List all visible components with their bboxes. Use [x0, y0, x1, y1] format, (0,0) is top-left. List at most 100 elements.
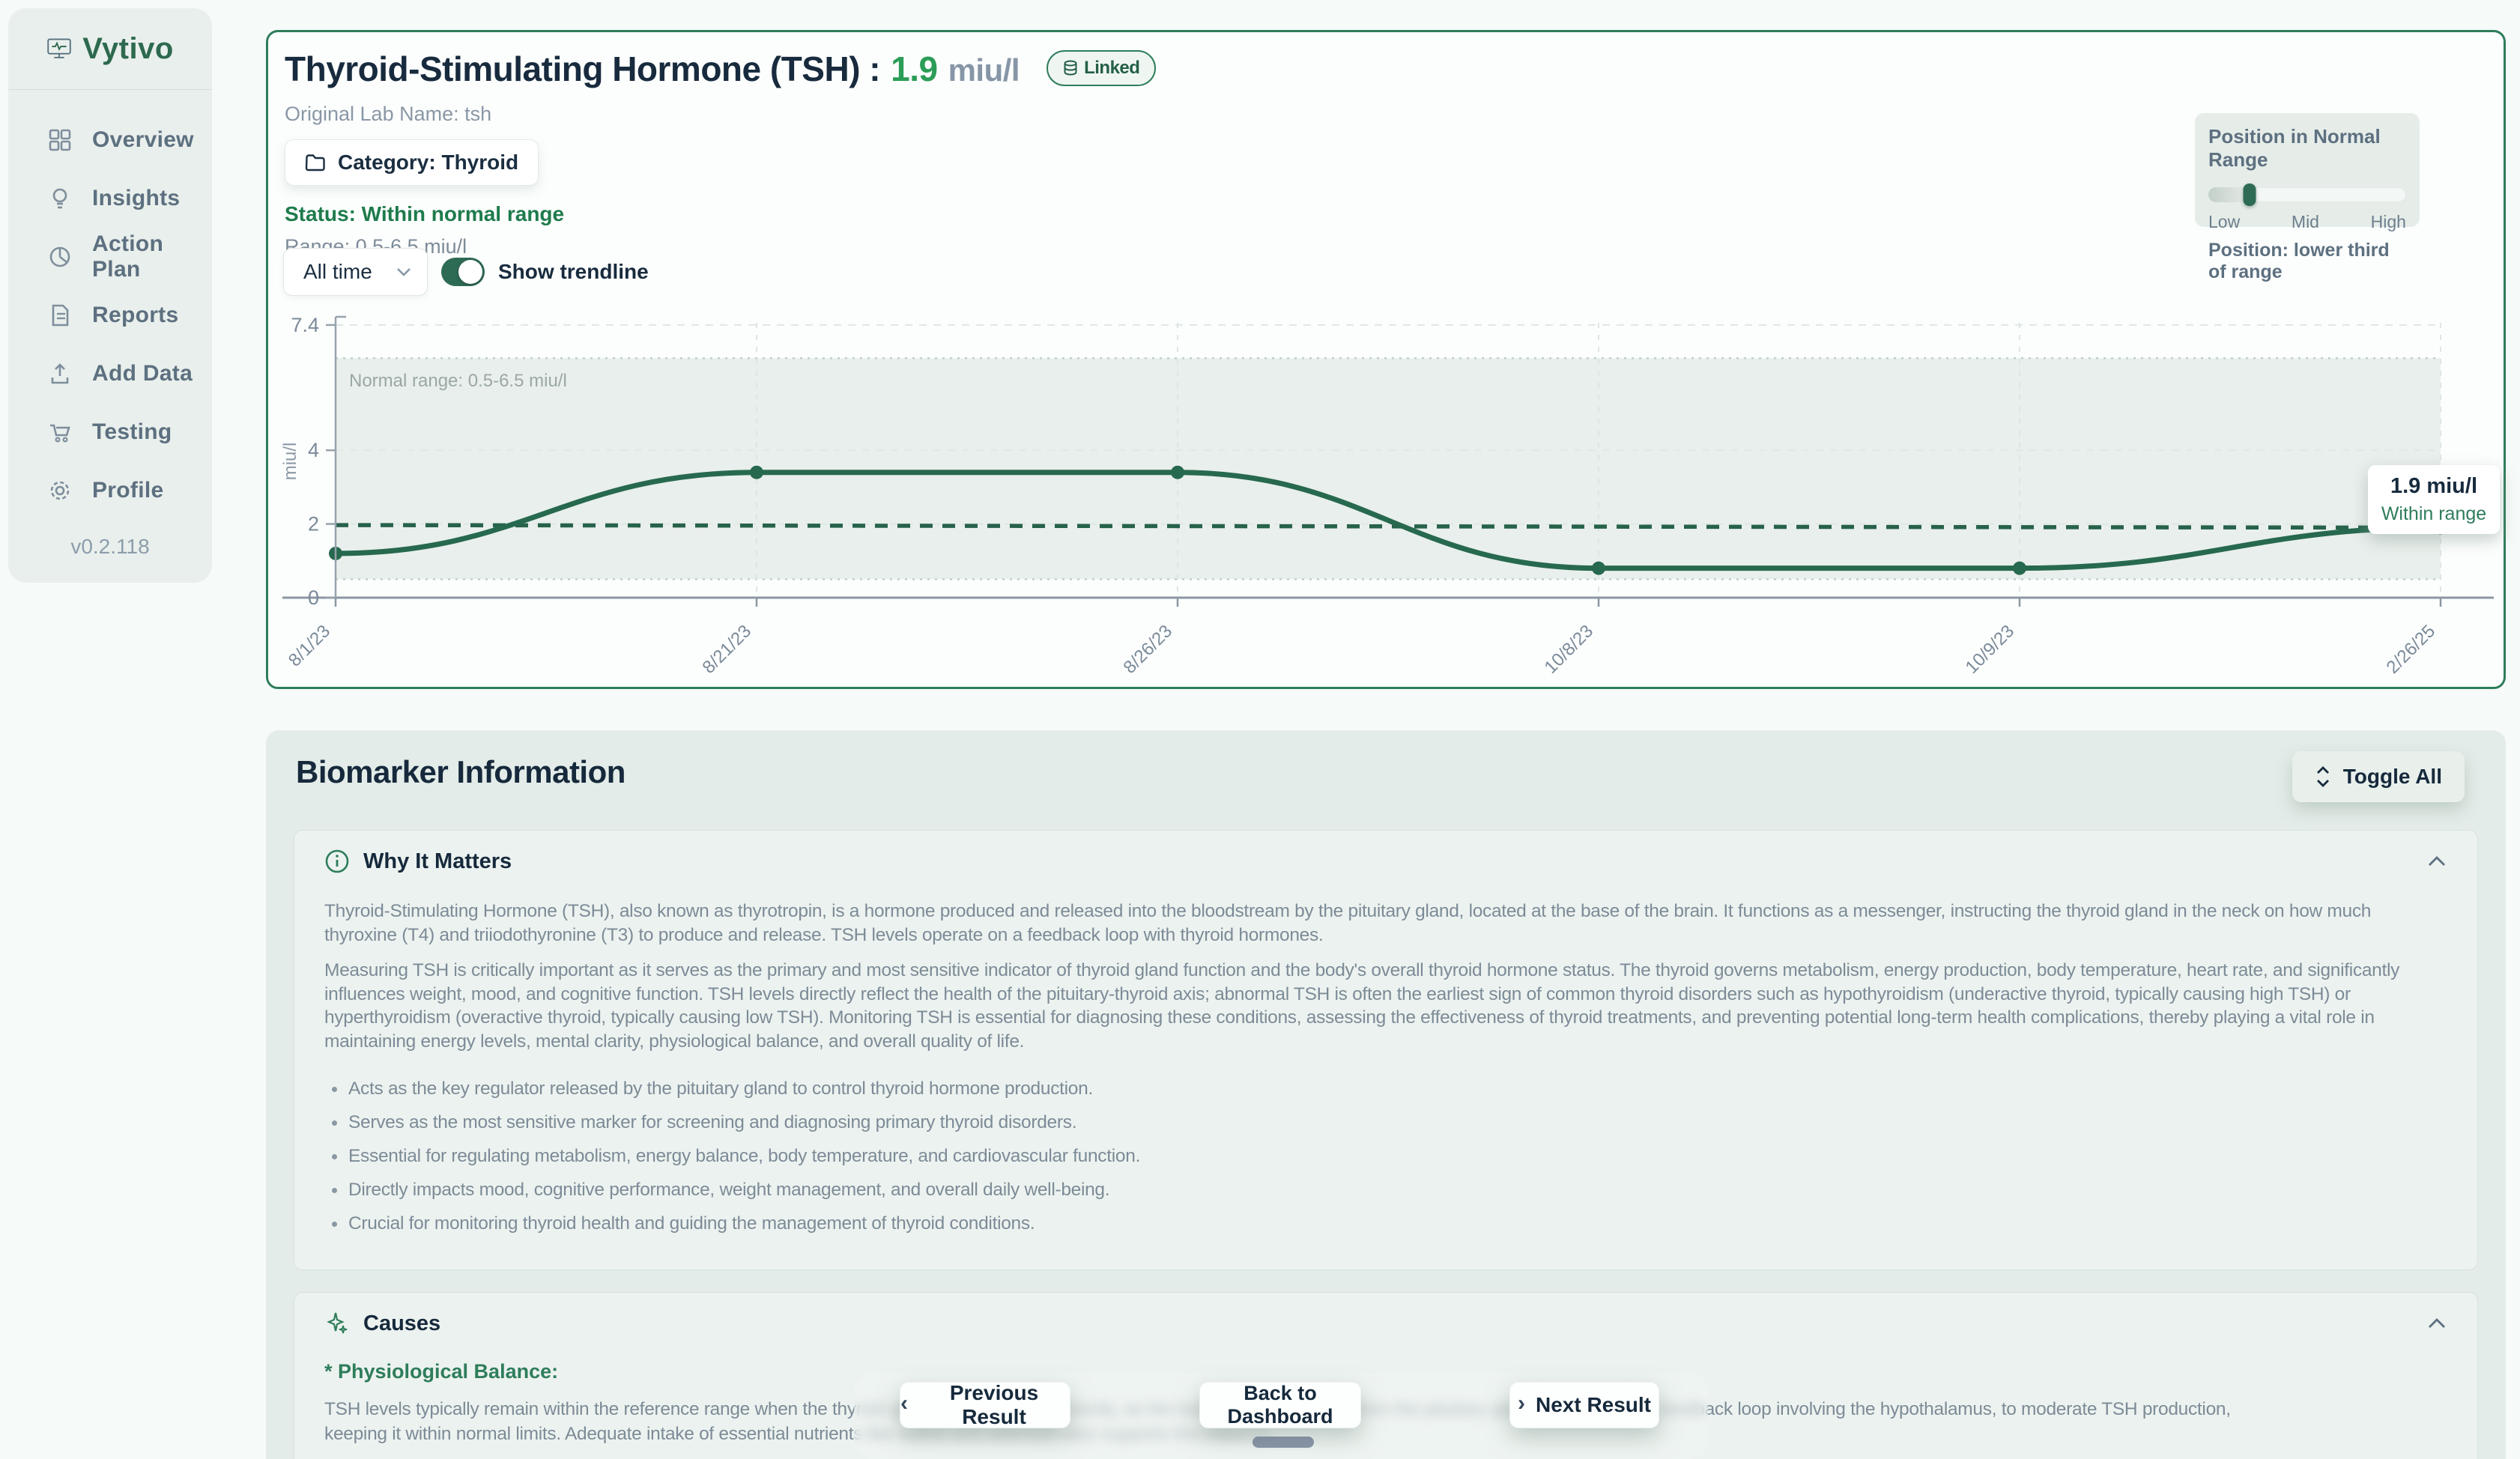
- trendline-toggle-label: Show trendline: [498, 260, 649, 284]
- pie-chart-icon: [47, 244, 73, 270]
- previous-result-label: Previous Result: [918, 1381, 1070, 1429]
- sidebar: Vytivo Overview Insights: [8, 8, 212, 583]
- biomarker-information-panel: Biomarker Information Toggle All Why It …: [266, 730, 2506, 1459]
- next-result-label: Next Result: [1536, 1393, 1651, 1417]
- sidebar-item-label: Overview: [92, 127, 194, 153]
- info-icon: [324, 849, 350, 874]
- svg-text:8/26/23: 8/26/23: [1120, 621, 1177, 678]
- label-high: High: [2371, 212, 2406, 232]
- upload-icon: [47, 361, 73, 386]
- why-bullet-list: Acts as the key regulator released by th…: [324, 1077, 2447, 1235]
- sidebar-item-insights[interactable]: Insights: [47, 169, 212, 228]
- cart-icon: [47, 419, 73, 445]
- sidebar-item-label: Add Data: [92, 361, 193, 386]
- category-chip[interactable]: Category: Thyroid: [285, 139, 539, 186]
- back-to-dashboard-label: Back to Dashboard: [1200, 1382, 1360, 1428]
- svg-text:miu/l: miu/l: [280, 443, 300, 481]
- range-slider-thumb: [2244, 183, 2256, 206]
- sidebar-item-add-data[interactable]: Add Data: [47, 345, 212, 403]
- linked-badge[interactable]: Linked: [1047, 50, 1156, 86]
- range-slider-labels: Low Mid High: [2208, 212, 2406, 232]
- chevron-down-icon: [396, 267, 412, 277]
- why-it-matters-title: Why It Matters: [363, 849, 512, 874]
- grid-icon: [47, 127, 73, 153]
- next-result-button[interactable]: › Next Result: [1509, 1382, 1659, 1428]
- tsh-chart[interactable]: Normal range: 0.5-6.5 miu/l 0 2 4 7.4 8/1/23 8…: [273, 309, 2503, 684]
- list-item: Acts as the key regulator released by th…: [324, 1077, 2447, 1100]
- scroll-indicator-pill[interactable]: [1253, 1437, 1314, 1448]
- monitor-pulse-icon: [46, 34, 72, 64]
- value-unit: miu/l: [948, 52, 1020, 88]
- svg-text:2/26/25: 2/26/25: [2383, 621, 2440, 678]
- sidebar-item-label: Insights: [92, 186, 180, 211]
- back-to-dashboard-button[interactable]: Back to Dashboard: [1199, 1382, 1361, 1428]
- previous-result-button[interactable]: ‹ Previous Result: [900, 1382, 1070, 1428]
- label-mid: Mid: [2292, 212, 2319, 232]
- why-it-matters-header[interactable]: Why It Matters: [324, 849, 2447, 874]
- sidebar-item-action-plan[interactable]: Action Plan: [47, 228, 212, 286]
- sidebar-item-label: Profile: [92, 478, 163, 503]
- causes-title: Causes: [363, 1311, 440, 1336]
- document-icon: [47, 303, 73, 328]
- list-item: Serves as the most sensitive marker for …: [324, 1111, 2447, 1134]
- svg-text:7.4: 7.4: [291, 314, 319, 336]
- time-range-value: All time: [303, 260, 372, 284]
- gear-icon: [47, 478, 73, 503]
- list-item: Directly impacts mood, cognitive perform…: [324, 1178, 2447, 1201]
- folder-icon: [305, 154, 326, 172]
- position-summary: Position: lower third of range: [2208, 240, 2406, 283]
- trendline-toggle[interactable]: [441, 258, 485, 286]
- sidebar-item-testing[interactable]: Testing: [47, 403, 212, 461]
- svg-text:2: 2: [308, 513, 319, 536]
- toggle-all-label: Toggle All: [2343, 765, 2442, 789]
- sidebar-item-label: Testing: [92, 419, 172, 445]
- tooltip-status: Within range: [2375, 503, 2492, 525]
- sidebar-item-profile[interactable]: Profile: [47, 461, 212, 520]
- app-version: v0.2.118: [8, 535, 212, 559]
- app-name: Vytivo: [82, 32, 174, 66]
- sidebar-item-label: Action Plan: [92, 231, 212, 282]
- svg-text:10/8/23: 10/8/23: [1541, 621, 1598, 678]
- page-title: Thyroid-Stimulating Hormone (TSH) : 1.9 …: [285, 49, 1156, 91]
- chevron-right-icon: ›: [1518, 1391, 1525, 1416]
- biomarker-chart-card: Thyroid-Stimulating Hormone (TSH) : 1.9 …: [266, 30, 2506, 689]
- toggle-knob: [458, 260, 482, 284]
- sidebar-item-reports[interactable]: Reports: [47, 286, 212, 345]
- svg-text:10/9/23: 10/9/23: [1962, 621, 2019, 678]
- svg-text:0: 0: [308, 586, 319, 609]
- svg-text:Normal range: 0.5-6.5 miu/l: Normal range: 0.5-6.5 miu/l: [349, 371, 567, 391]
- why-paragraph-2: Measuring TSH is critically important as…: [324, 959, 2447, 1053]
- svg-text:4: 4: [308, 439, 319, 461]
- svg-text:8/1/23: 8/1/23: [285, 621, 334, 670]
- list-item: Crucial for monitoring thyroid health an…: [324, 1212, 2447, 1235]
- list-item: Essential for regulating metabolism, ene…: [324, 1144, 2447, 1168]
- app-logo: Vytivo: [8, 8, 212, 89]
- biomarker-title: Thyroid-Stimulating Hormone (TSH) :: [285, 49, 880, 89]
- position-card-title: Position in Normal Range: [2208, 125, 2406, 172]
- time-range-select[interactable]: All time: [283, 248, 428, 296]
- sidebar-item-overview[interactable]: Overview: [47, 111, 212, 169]
- original-lab-name: Original Lab Name: tsh: [285, 103, 1156, 126]
- sidebar-nav: Overview Insights Action Plan: [8, 90, 212, 520]
- lightbulb-icon: [47, 186, 73, 211]
- chevron-up-icon[interactable]: [2426, 1317, 2447, 1330]
- sparkle-icon: [324, 1311, 350, 1336]
- category-chip-label: Category: Thyroid: [338, 151, 518, 175]
- chart-tooltip: 1.9 miu/l Within range: [2368, 465, 2500, 534]
- label-low: Low: [2208, 212, 2240, 232]
- causes-header[interactable]: Causes: [324, 1311, 2447, 1336]
- sidebar-item-label: Reports: [92, 303, 178, 328]
- range-slider: [2208, 183, 2406, 206]
- current-value: 1.9: [891, 49, 937, 89]
- biomarker-information-title: Biomarker Information: [296, 754, 626, 790]
- chevron-up-icon[interactable]: [2426, 855, 2447, 868]
- why-it-matters-card: Why It Matters Thyroid-Stimulating Hormo…: [294, 830, 2478, 1270]
- position-in-range-card: Position in Normal Range Low Mid High Po…: [2195, 113, 2420, 227]
- toggle-all-button[interactable]: Toggle All: [2292, 751, 2465, 802]
- database-icon: [1063, 60, 1078, 76]
- chart-controls: All time Show trendline: [283, 248, 649, 296]
- svg-text:8/21/23: 8/21/23: [699, 621, 756, 678]
- why-paragraph-1: Thyroid-Stimulating Hormone (TSH), also …: [324, 900, 2447, 947]
- expand-collapse-icon: [2315, 765, 2331, 788]
- status-text: Status: Within normal range: [285, 202, 1156, 226]
